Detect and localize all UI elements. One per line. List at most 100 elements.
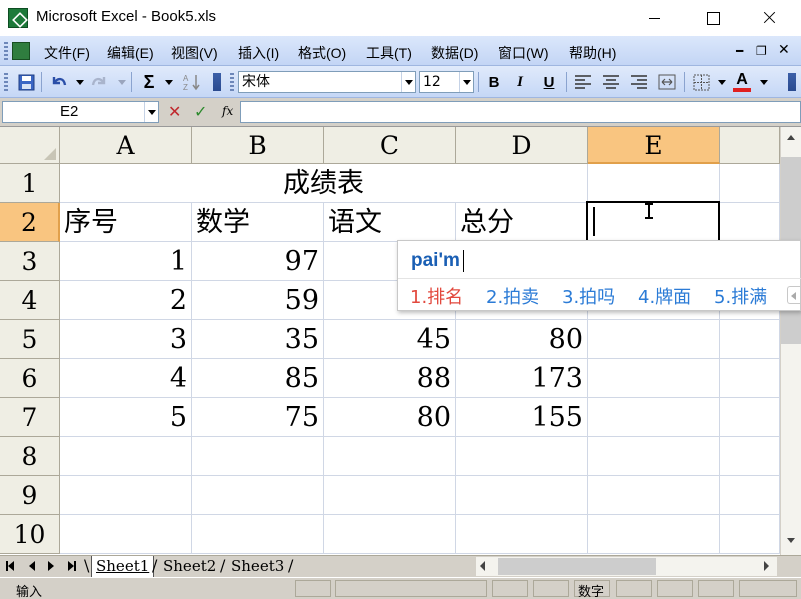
autosum-button[interactable]: Σ [138,71,160,93]
cell-d5[interactable]: 80 [456,320,588,359]
cell-c2[interactable]: 语文 [324,203,456,242]
cell-a10[interactable] [60,515,192,554]
vertical-scrollbar[interactable] [780,127,801,555]
cell-b8[interactable] [192,437,324,476]
menu-grip[interactable] [4,42,8,60]
cancel-icon[interactable]: ✕ [168,102,181,121]
name-box[interactable]: E2 [2,101,159,123]
ime-candidate-2[interactable]: 2.拍卖 [486,283,539,309]
cell-e5[interactable] [588,320,720,359]
menu-file[interactable]: 文件(F) [44,43,90,63]
tab-sheet2[interactable]: Sheet2 [159,556,220,577]
autosum-dropdown-icon[interactable] [165,80,173,85]
cell-d9[interactable] [456,476,588,515]
cell-b10[interactable] [192,515,324,554]
cell-e10[interactable] [588,515,720,554]
select-all-button[interactable] [0,127,60,164]
column-header-c[interactable]: C [324,127,456,164]
bold-button[interactable]: B [483,71,505,93]
cell-d8[interactable] [456,437,588,476]
scroll-up-icon[interactable] [783,130,799,146]
last-sheet-icon[interactable] [68,561,76,571]
row-header-5[interactable]: 5 [0,320,60,359]
cell-f7[interactable] [720,398,780,437]
cell-f6[interactable] [720,359,780,398]
horizontal-scroll-thumb[interactable] [498,558,656,575]
save-button[interactable] [15,71,37,93]
font-name-select[interactable]: 宋体 [238,71,416,93]
cell-c9[interactable] [324,476,456,515]
prev-sheet-icon[interactable] [29,561,35,571]
cell-f1[interactable] [720,164,780,203]
row-header-10[interactable]: 10 [0,515,60,554]
cell-f2[interactable] [720,203,780,242]
cell-b7[interactable]: 75 [192,398,324,437]
first-sheet-icon[interactable] [6,561,14,571]
cell-c7[interactable]: 80 [324,398,456,437]
column-header-e[interactable]: E [588,127,720,164]
ime-candidate-4[interactable]: 4.牌面 [638,283,691,309]
tab-sheet1[interactable]: Sheet1 [91,556,155,577]
cell-e8[interactable] [588,437,720,476]
cell-title-a1-d1[interactable]: 成绩表 [60,164,588,203]
redo-dropdown-icon[interactable] [118,80,126,85]
cell-f5[interactable] [720,320,780,359]
formula-input[interactable] [240,101,801,123]
doc-minimize-icon[interactable]: ━ [736,44,743,58]
menu-format[interactable]: 格式(O) [298,43,346,63]
cell-c6[interactable]: 88 [324,359,456,398]
font-color-dropdown-icon[interactable] [760,80,768,85]
cell-d6[interactable]: 173 [456,359,588,398]
cell-a4[interactable]: 2 [60,281,192,320]
cell-b9[interactable] [192,476,324,515]
cell-a6[interactable]: 4 [60,359,192,398]
doc-close-icon[interactable]: ✕ [778,42,790,58]
scroll-right-icon[interactable] [764,561,769,571]
column-header-f[interactable] [720,127,780,164]
cell-c8[interactable] [324,437,456,476]
row-header-3[interactable]: 3 [0,242,60,281]
enter-check-icon[interactable]: ✓ [194,102,207,121]
merge-center-button[interactable] [656,71,678,93]
menu-tools[interactable]: 工具(T) [366,43,412,63]
ime-prev-page-icon[interactable] [787,286,801,304]
cell-a5[interactable]: 3 [60,320,192,359]
ime-candidate-5[interactable]: 5.排满 [714,283,767,309]
minimize-button[interactable] [632,0,678,36]
undo-dropdown-icon[interactable] [76,80,84,85]
cell-a7[interactable]: 5 [60,398,192,437]
sort-ascending-button[interactable]: AZ [181,71,203,93]
scroll-left-icon[interactable] [480,561,485,571]
cell-e7[interactable] [588,398,720,437]
ime-candidate-1[interactable]: 1.排名 [410,283,463,309]
horizontal-scrollbar[interactable] [476,557,777,576]
chevron-down-icon[interactable] [459,72,473,92]
tab-sheet3[interactable]: Sheet3 [227,556,288,577]
menu-data[interactable]: 数据(D) [431,43,478,63]
undo-button[interactable] [48,71,70,93]
cell-b2[interactable]: 数学 [192,203,324,242]
active-cell-e2[interactable] [586,201,720,242]
cell-c10[interactable] [324,515,456,554]
cell-d2[interactable]: 总分 [456,203,588,242]
cell-a8[interactable] [60,437,192,476]
column-header-b[interactable]: B [192,127,324,164]
redo-button[interactable] [88,71,110,93]
cell-b4[interactable]: 59 [192,281,324,320]
chevron-down-icon[interactable] [401,72,415,92]
font-size-select[interactable]: 12 [419,71,474,93]
cell-d10[interactable] [456,515,588,554]
doc-restore-icon[interactable]: ❐ [756,44,767,58]
ime-candidate-3[interactable]: 3.拍吗 [562,283,615,309]
close-button[interactable] [747,0,793,36]
workbook-icon[interactable] [12,42,30,60]
row-header-4[interactable]: 4 [0,281,60,320]
row-header-8[interactable]: 8 [0,437,60,476]
toolbar-overflow-button[interactable] [788,73,796,91]
font-color-button[interactable]: A [731,71,753,93]
borders-button[interactable] [690,71,712,93]
menu-insert[interactable]: 插入(I) [238,43,279,63]
menu-edit[interactable]: 编辑(E) [107,43,154,63]
next-sheet-icon[interactable] [48,561,54,571]
format-toolbar-grip[interactable] [230,73,234,91]
